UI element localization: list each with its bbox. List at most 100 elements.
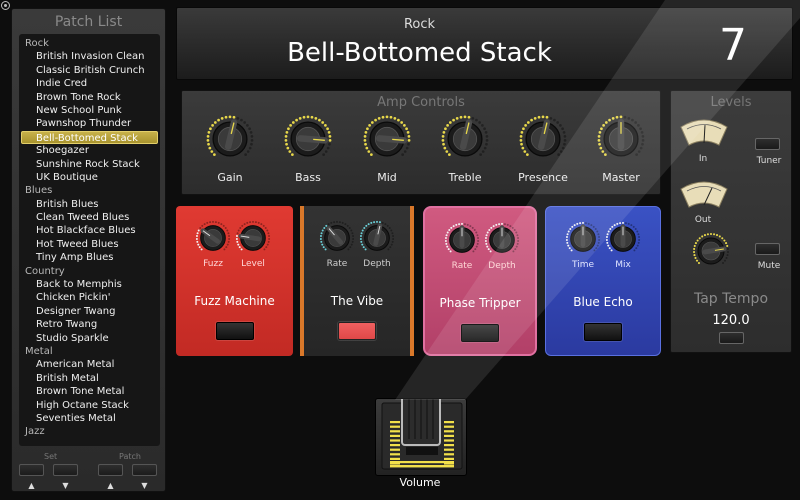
patch-item-selected[interactable]: Bell-Bottomed Stack (21, 130, 158, 145)
knob-led-lit (284, 134, 288, 138)
output-level-knob[interactable] (691, 231, 731, 271)
knob-led (483, 146, 487, 150)
knob-led (405, 146, 409, 150)
patch-item[interactable]: Classic British Crunch (19, 64, 160, 77)
knob-led (509, 225, 512, 228)
patch-item[interactable]: British Blues (19, 198, 160, 211)
patch-item[interactable]: American Metal (19, 358, 160, 371)
patch-item[interactable]: Brown Tone Rock (19, 91, 160, 104)
pedal-footswitch[interactable] (215, 322, 254, 340)
knob-led-lit (389, 115, 393, 119)
patch-item[interactable]: Clean Tweed Blues (19, 211, 160, 224)
pedal-knob-fuzz[interactable] (194, 219, 232, 257)
knob-led (388, 227, 391, 230)
close-icon[interactable] (1, 1, 10, 10)
pedal-knob-depth[interactable] (483, 221, 521, 259)
knob-led (252, 220, 254, 223)
patch-item[interactable]: Back to Memphis (19, 278, 160, 291)
volume-pedal[interactable] (375, 392, 467, 476)
pedal-knob-rate[interactable] (443, 221, 481, 259)
mute-button[interactable] (755, 243, 780, 255)
patch-item[interactable]: UK Boutique (19, 171, 160, 184)
patch-category-header[interactable]: Country (19, 265, 160, 278)
patch-item[interactable]: Chicken Pickin' (19, 291, 160, 304)
knob-led (212, 220, 214, 223)
knob[interactable] (282, 113, 334, 165)
volume-led-base (390, 465, 454, 468)
knob-led (225, 246, 228, 249)
patch-item[interactable]: Shoegazer (19, 144, 160, 157)
knob-led (595, 247, 598, 250)
patch-item[interactable]: Hot Tweed Blues (19, 238, 160, 251)
amp-knob-bass[interactable]: Bass (278, 111, 338, 191)
patch-item[interactable]: Retro Twang (19, 318, 160, 331)
tuner-button[interactable] (755, 138, 780, 150)
knob-led-lit (400, 121, 404, 124)
knob[interactable] (595, 113, 647, 165)
patch-item[interactable]: British Invasion Clean (19, 50, 160, 63)
pedal-footswitch[interactable] (338, 322, 376, 340)
pedal-knob-rate[interactable] (318, 219, 356, 257)
knob-led-lit (605, 236, 608, 239)
patch-item[interactable]: Seventies Metal (19, 412, 160, 425)
set-down-button[interactable] (53, 464, 78, 476)
patch-item[interactable]: Brown Tone Metal (19, 385, 160, 398)
knob-led (627, 116, 631, 120)
amp-knob-mid[interactable]: Mid (357, 111, 417, 191)
knob[interactable] (361, 113, 413, 165)
patch-item[interactable]: Hot Blackface Blues (19, 224, 160, 237)
patch-list[interactable]: Rock British Invasion Clean Classic Britis… (19, 34, 160, 446)
patch-item[interactable]: Sunshine Rock Stack (19, 158, 160, 171)
knob-led (322, 153, 325, 156)
knob-label: Bass (295, 171, 321, 184)
knob-led-lit (597, 138, 601, 142)
patch-item[interactable]: Pawnshop Thunder (19, 117, 160, 130)
knob-led-lit (441, 138, 445, 142)
patch-item[interactable]: Tiny Amp Blues (19, 251, 160, 264)
patch-up-button[interactable] (98, 464, 123, 476)
knob-led (515, 231, 518, 234)
patch-category-header[interactable]: Blues (19, 184, 160, 197)
amp-knob-master[interactable]: Master (591, 111, 651, 191)
patch-category-header[interactable]: Rock (19, 37, 160, 50)
pedal-knob-depth[interactable] (358, 219, 396, 257)
amp-knob-presence[interactable]: Presence (513, 111, 573, 191)
pedal-fuzz-machine[interactable]: Fuzz Level Fuzz Machine (176, 206, 293, 356)
pedal-knob-level[interactable] (234, 219, 272, 257)
patch-item[interactable]: Designer Twang (19, 305, 160, 318)
knob-led-lit (693, 254, 696, 257)
knob-led-lit (611, 225, 614, 228)
pedal-knob-mix[interactable] (604, 220, 642, 258)
pedal-knob-label: Rate (326, 259, 348, 269)
pedal-footswitch[interactable] (461, 324, 499, 342)
patch-item[interactable]: New School Punk (19, 104, 160, 117)
knob-led (246, 124, 249, 127)
patch-item[interactable]: High Octane Stack (19, 399, 160, 412)
pedal-knob-time[interactable] (564, 220, 602, 258)
knob-led-lit (378, 221, 381, 224)
patch-category-header[interactable]: Jazz (19, 425, 160, 438)
tap-tempo-button[interactable] (719, 332, 744, 344)
patch-item[interactable]: British Metal (19, 372, 160, 385)
patch-item[interactable]: Studio Sparkle (19, 332, 160, 345)
knob[interactable] (517, 113, 569, 165)
patch-item[interactable]: Indie Cred (19, 77, 160, 90)
knob[interactable] (439, 113, 491, 165)
pedal-footswitch[interactable] (584, 323, 622, 341)
knob-led-lit (604, 153, 607, 156)
knob-led-lit (530, 118, 533, 122)
patch-category-header[interactable]: Metal (19, 345, 160, 358)
pedal-blue-echo[interactable]: Time Mix Blue Echo (545, 206, 661, 356)
patch-down-button[interactable] (132, 464, 157, 476)
knob-led (267, 232, 270, 235)
pedal-the-vibe[interactable]: Rate Depth The Vibe (300, 206, 414, 356)
amp-knob-treble[interactable]: Treble (435, 111, 495, 191)
pedal-phase-tripper[interactable]: Rate Depth Phase Tripper (423, 206, 537, 356)
knob-led-lit (448, 229, 451, 232)
knob-led (637, 233, 640, 236)
knob[interactable] (204, 113, 256, 165)
knob-led-lit (321, 229, 324, 232)
set-up-button[interactable] (19, 464, 44, 476)
amp-knob-gain[interactable]: Gain (200, 111, 260, 191)
volume-pedal-graphic (381, 392, 463, 470)
